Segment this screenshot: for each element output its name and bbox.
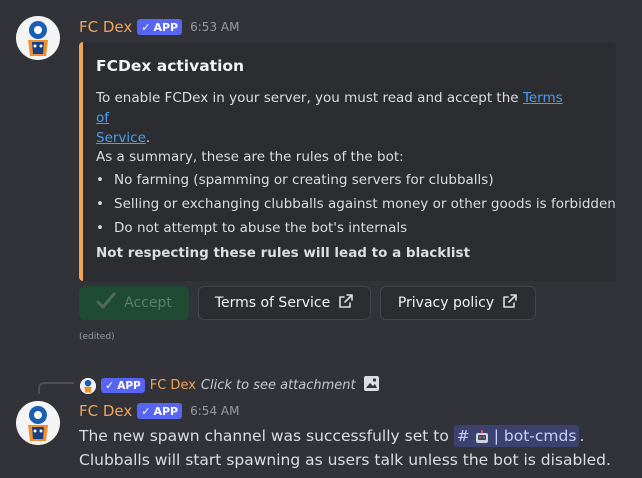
edited-label: (edited): [79, 332, 115, 342]
terms-link-2[interactable]: Service: [96, 130, 146, 146]
privacy-policy-button[interactable]: Privacy policy: [380, 286, 536, 320]
embed-footer: Not respecting these rules will lead to …: [96, 245, 471, 261]
reply-text: Click to see attachment: [200, 378, 356, 393]
reply-username: FC Dex: [149, 378, 196, 393]
embed-summary: As a summary, these are the rules of the…: [96, 149, 404, 165]
message-header: FC Dex ✓ APP 6:53 AM: [79, 18, 239, 36]
chat-view: FC Dex ✓ APP 6:53 AM FCDex activation To…: [0, 0, 642, 478]
username[interactable]: FC Dex: [79, 402, 132, 420]
badge-label: APP: [153, 404, 179, 418]
timestamp[interactable]: 6:54 AM: [190, 404, 239, 418]
bot-avatar[interactable]: [16, 401, 60, 445]
external-link-icon: [502, 293, 518, 313]
checkmark-icon: ✓: [105, 379, 115, 392]
app-badge: ✓ APP: [137, 19, 183, 35]
embed-title: FCDex activation: [96, 57, 245, 75]
rule-item: • Do not attempt to abuse the bot's inter…: [96, 220, 407, 236]
embed-intro-end: .: [145, 130, 151, 146]
reply-spine: [38, 382, 74, 394]
message-text-end: .: [579, 427, 585, 445]
message-text: The new spawn channel was successfully s…: [79, 427, 449, 445]
timestamp[interactable]: 6:53 AM: [190, 20, 239, 34]
bullet-icon: •: [96, 196, 104, 212]
app-badge: ✓ APP: [137, 403, 183, 419]
rule-text: Do not attempt to abuse the bot's intern…: [114, 220, 408, 236]
checkmark-icon: ✓: [141, 20, 151, 34]
badge-label: APP: [153, 20, 179, 34]
accept-button[interactable]: Accept: [79, 286, 189, 320]
channel-hash-icon: #: [456, 427, 470, 445]
username[interactable]: FC Dex: [79, 18, 132, 36]
accept-label: Accept: [124, 295, 172, 311]
terms-label: Terms of Service: [214, 295, 331, 311]
embed-intro: To enable FCDex in your server, you must…: [96, 88, 576, 148]
embed-intro-text: To enable FCDex in your server, you must…: [96, 90, 523, 106]
checkmark-icon: ✓: [141, 404, 151, 418]
message-header: FC Dex ✓ APP 6:54 AM: [79, 402, 239, 420]
checkmark-icon: [96, 292, 116, 314]
rule-text: Selling or exchanging clubballs against …: [114, 196, 616, 212]
message-line-2: Clubballs will start spawning as users t…: [79, 451, 611, 469]
rule-text: No farming (spamming or creating servers…: [114, 172, 494, 188]
image-icon: [363, 375, 380, 396]
channel-mention[interactable]: # | bot-cmds: [453, 425, 580, 447]
terms-of-service-button[interactable]: Terms of Service: [198, 286, 371, 320]
reply-preview[interactable]: ✓ APP FC Dex Click to see attachment: [80, 375, 380, 396]
bullet-icon: •: [96, 172, 104, 188]
bullet-icon: •: [96, 220, 104, 236]
external-link-icon: [338, 293, 354, 313]
rule-item: • Selling or exchanging clubballs against…: [96, 196, 616, 212]
message-line-1: The new spawn channel was successfully s…: [79, 424, 584, 448]
privacy-label: Privacy policy: [397, 295, 495, 311]
embed-card: FCDex activation To enable FCDex in your…: [79, 42, 616, 281]
robot-emoji-icon: [474, 428, 490, 444]
badge-label: APP: [117, 379, 141, 392]
channel-name: | bot-cmds: [493, 427, 577, 445]
app-badge: ✓ APP: [101, 378, 145, 393]
reply-avatar: [80, 377, 96, 394]
bot-avatar[interactable]: [16, 16, 60, 60]
rule-item: • No farming (spamming or creating server…: [96, 172, 494, 188]
